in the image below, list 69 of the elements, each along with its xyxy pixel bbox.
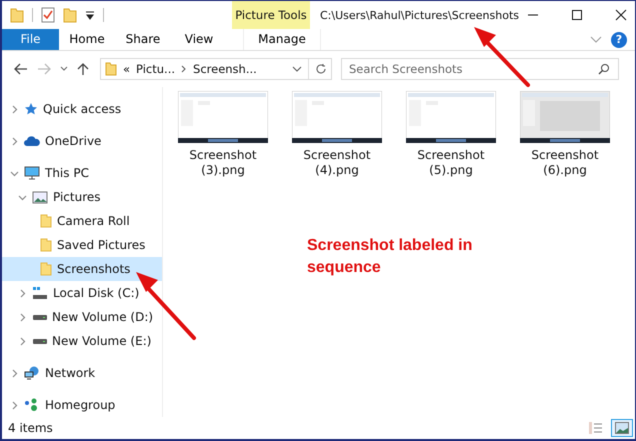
picture-library-icon bbox=[32, 190, 48, 204]
ribbon-tab[interactable]: Home bbox=[59, 29, 115, 50]
dropdown-icon[interactable] bbox=[85, 10, 95, 20]
folder-icon bbox=[40, 238, 52, 252]
chevron-right-icon[interactable] bbox=[18, 288, 27, 298]
arrow-drawing bbox=[472, 25, 532, 89]
maximize-icon[interactable] bbox=[571, 9, 583, 21]
chevron-right-icon[interactable] bbox=[181, 65, 188, 74]
folder-icon[interactable] bbox=[63, 7, 77, 23]
tree-item[interactable]: OneDrive bbox=[2, 129, 162, 154]
context-tab-header: Picture Tools bbox=[232, 1, 310, 29]
chevron-right-icon[interactable] bbox=[10, 136, 19, 146]
folder-icon bbox=[40, 262, 52, 276]
ribbon-tab[interactable]: Share bbox=[115, 29, 171, 50]
large-icons-view-button[interactable] bbox=[611, 419, 633, 438]
folder-icon bbox=[105, 62, 117, 76]
homegroup-icon bbox=[24, 398, 40, 412]
window-title: C:\Users\Rahul\Pictures\Screenshots bbox=[320, 8, 520, 22]
chevron-right-icon[interactable] bbox=[10, 400, 19, 410]
tree-item[interactable]: Local Disk (C:) bbox=[2, 281, 162, 306]
tree-item[interactable]: Quick access bbox=[2, 97, 162, 122]
breadcrumb-segment[interactable]: Screensh... bbox=[193, 62, 257, 76]
network-icon bbox=[24, 366, 40, 380]
star-icon bbox=[24, 102, 38, 116]
tree-item[interactable]: Camera Roll bbox=[2, 209, 162, 234]
chevron-right-icon[interactable] bbox=[18, 312, 27, 322]
tree-item[interactable]: Saved Pictures bbox=[2, 233, 162, 258]
chevron-down-icon[interactable] bbox=[60, 66, 68, 72]
drive-icon bbox=[33, 314, 47, 320]
close-icon[interactable] bbox=[615, 9, 627, 21]
chevron-down-icon[interactable] bbox=[18, 192, 27, 202]
tree-item[interactable]: Network bbox=[2, 361, 162, 386]
tree-item[interactable]: This PC bbox=[2, 161, 162, 186]
search-icon bbox=[598, 63, 610, 76]
monitor-icon bbox=[24, 166, 40, 180]
tree-item[interactable]: Screenshots bbox=[2, 257, 162, 282]
help-button[interactable]: ? bbox=[611, 32, 627, 48]
file-item[interactable]: Screenshot (3).png bbox=[178, 91, 268, 178]
chevron-right-icon[interactable] bbox=[10, 104, 19, 114]
annotation-text: Screenshot labeled in sequence bbox=[307, 236, 474, 278]
address-bar[interactable]: « Pictu... Screensh... bbox=[100, 58, 332, 80]
tree-item[interactable]: Pictures bbox=[2, 185, 162, 210]
breadcrumb-segment[interactable]: Pictu... bbox=[136, 62, 176, 76]
item-count: 4 items bbox=[8, 421, 53, 436]
file-item[interactable]: Screenshot (6).png bbox=[520, 91, 610, 178]
search-box[interactable]: Search Screenshots bbox=[341, 58, 619, 80]
chevron-down-icon[interactable] bbox=[10, 168, 19, 178]
chevron-right-icon[interactable] bbox=[10, 368, 19, 378]
system-drive-icon bbox=[32, 286, 48, 300]
tree-item[interactable]: New Volume (E:) bbox=[2, 329, 162, 354]
breadcrumb-overflow[interactable]: « bbox=[123, 62, 130, 76]
tree-item[interactable]: New Volume (D:) bbox=[2, 305, 162, 330]
back-arrow-icon[interactable] bbox=[14, 63, 28, 76]
ribbon-tab[interactable]: File bbox=[2, 29, 59, 50]
folder-icon bbox=[40, 214, 52, 228]
ribbon-tab[interactable]: Manage bbox=[243, 29, 321, 50]
up-arrow-icon[interactable] bbox=[77, 62, 89, 76]
file-item[interactable]: Screenshot (5).png bbox=[406, 91, 496, 178]
chevron-down-icon[interactable] bbox=[292, 66, 302, 72]
checklist-icon[interactable] bbox=[41, 7, 55, 23]
forward-arrow-icon[interactable] bbox=[37, 63, 51, 76]
drive-icon bbox=[33, 338, 47, 344]
folder-icon[interactable] bbox=[10, 7, 24, 23]
ribbon-tab[interactable]: View bbox=[171, 29, 227, 50]
chevron-right-icon[interactable] bbox=[18, 336, 27, 346]
refresh-icon[interactable] bbox=[315, 63, 327, 76]
file-item[interactable]: Screenshot (4).png bbox=[292, 91, 382, 178]
cloud-icon bbox=[24, 135, 40, 148]
tree-item[interactable]: Homegroup bbox=[2, 393, 162, 418]
